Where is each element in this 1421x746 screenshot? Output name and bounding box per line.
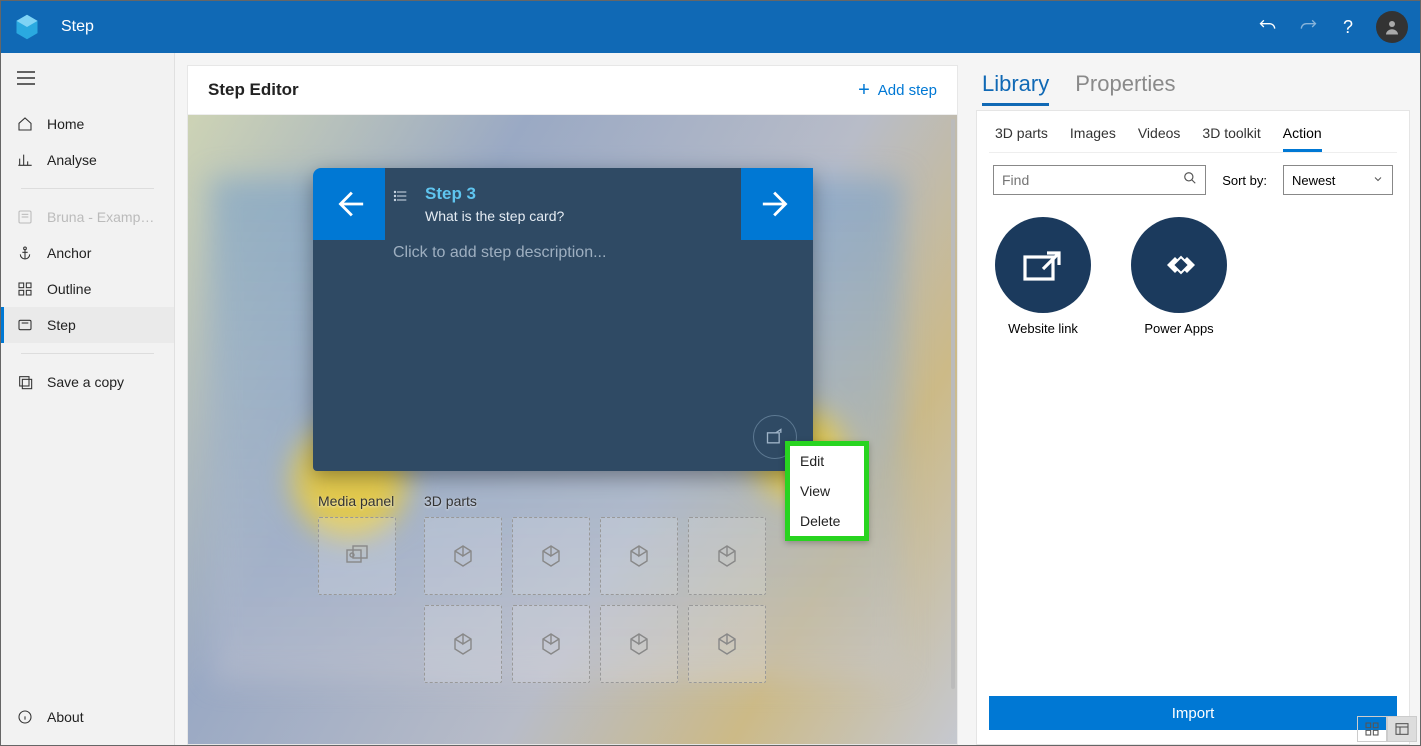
nav-save-copy[interactable]: Save a copy (1, 364, 174, 400)
step-subtitle: What is the step card? (425, 208, 564, 224)
media-slot[interactable] (318, 517, 396, 595)
part-slot[interactable] (512, 605, 590, 683)
find-input[interactable] (1002, 172, 1183, 188)
part-slot[interactable] (688, 517, 766, 595)
undo-icon[interactable] (1248, 7, 1288, 47)
nav-home[interactable]: Home (1, 106, 174, 142)
nav-guide-label: Bruna - Example Gui... (47, 209, 157, 225)
import-button[interactable]: Import (989, 696, 1397, 730)
prev-step-button[interactable] (313, 168, 385, 240)
plus-icon: + (858, 80, 870, 100)
anchor-icon (17, 245, 33, 261)
part-slot[interactable] (512, 517, 590, 595)
nav-outline[interactable]: Outline (1, 271, 174, 307)
home-icon (17, 116, 33, 132)
import-label: Import (1172, 705, 1215, 722)
step-title: Step 3 (425, 184, 564, 204)
step-icon (17, 317, 33, 333)
add-step-label: Add step (878, 82, 937, 99)
step-card: Step 3 What is the step card? Click to a… (313, 168, 813, 471)
part-slot[interactable] (688, 605, 766, 683)
step-description-input[interactable]: Click to add step description... (393, 244, 606, 262)
website-link-icon (995, 217, 1091, 313)
guide-icon (17, 209, 33, 225)
sort-label: Sort by: (1222, 173, 1267, 188)
chevron-down-icon (1372, 173, 1384, 188)
nav-anchor[interactable]: Anchor (1, 235, 174, 271)
save-icon (17, 374, 33, 390)
app-topbar: Step ? (1, 1, 1420, 53)
power-apps-icon (1131, 217, 1227, 313)
search-icon[interactable] (1183, 171, 1197, 190)
info-icon (17, 709, 33, 725)
nav-analyse-label: Analyse (47, 152, 97, 168)
parts-panel-label: 3D parts (424, 493, 766, 509)
nav-save-copy-label: Save a copy (47, 374, 124, 390)
user-avatar[interactable] (1376, 11, 1408, 43)
grid-icon (17, 281, 33, 297)
view-switcher (1357, 716, 1417, 742)
context-menu-edit[interactable]: Edit (790, 446, 864, 476)
lib-item-website-link[interactable]: Website link (995, 217, 1091, 686)
subtab-action[interactable]: Action (1283, 125, 1322, 152)
nav-outline-label: Outline (47, 281, 91, 297)
nav-about-label: About (47, 709, 84, 725)
media-panel-label: Media panel (318, 493, 396, 509)
lib-item-power-apps[interactable]: Power Apps (1131, 217, 1227, 686)
sort-value: Newest (1292, 173, 1335, 188)
app-logo (13, 13, 41, 41)
part-slot[interactable] (424, 605, 502, 683)
editor-canvas: Step 3 What is the step card? Click to a… (188, 115, 957, 744)
part-slot[interactable] (600, 605, 678, 683)
tab-library[interactable]: Library (982, 71, 1049, 106)
chart-icon (17, 152, 33, 168)
add-step-button[interactable]: + Add step (858, 80, 937, 100)
context-menu: Edit View Delete (785, 441, 869, 541)
context-menu-view[interactable]: View (790, 476, 864, 506)
subtab-3d-toolkit[interactable]: 3D toolkit (1202, 125, 1260, 152)
list-icon (393, 188, 409, 209)
subtab-images[interactable]: Images (1070, 125, 1116, 152)
hamburger-icon[interactable] (1, 59, 174, 102)
lib-item-label: Website link (1008, 321, 1078, 336)
view-grid-button[interactable] (1357, 716, 1387, 742)
nav-about[interactable]: About (1, 699, 174, 735)
find-input-wrapper (993, 165, 1206, 195)
nav-step-label: Step (47, 317, 76, 333)
subtab-3d-parts[interactable]: 3D parts (995, 125, 1048, 152)
right-panel: Library Properties 3D parts Images Video… (976, 65, 1410, 745)
context-menu-delete[interactable]: Delete (790, 506, 864, 536)
nav-step[interactable]: Step (1, 307, 174, 343)
redo-icon[interactable] (1288, 7, 1328, 47)
nav-anchor-label: Anchor (47, 245, 91, 261)
nav-home-label: Home (47, 116, 84, 132)
scrollbar[interactable] (951, 119, 955, 689)
part-slot[interactable] (600, 517, 678, 595)
left-sidebar: Home Analyse Bruna - Example Gui... Anch… (1, 53, 175, 745)
app-title: Step (61, 18, 94, 36)
next-step-button[interactable] (741, 168, 813, 240)
help-icon[interactable]: ? (1328, 7, 1368, 47)
nav-analyse[interactable]: Analyse (1, 142, 174, 178)
lib-item-label: Power Apps (1144, 321, 1213, 336)
tab-properties[interactable]: Properties (1075, 71, 1175, 106)
view-detail-button[interactable] (1387, 716, 1417, 742)
step-editor-pane: Step Editor + Add step Step 3 (187, 65, 958, 745)
subtab-videos[interactable]: Videos (1138, 125, 1181, 152)
nav-guide[interactable]: Bruna - Example Gui... (1, 199, 174, 235)
editor-title: Step Editor (208, 80, 299, 100)
sort-select[interactable]: Newest (1283, 165, 1393, 195)
part-slot[interactable] (424, 517, 502, 595)
